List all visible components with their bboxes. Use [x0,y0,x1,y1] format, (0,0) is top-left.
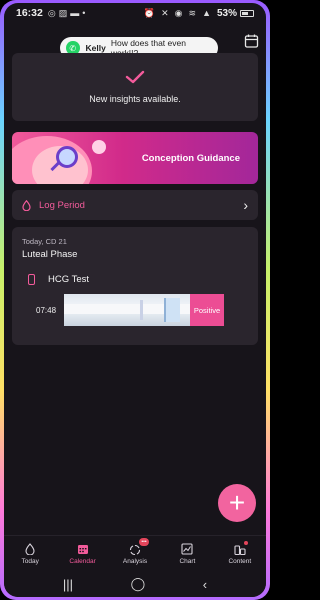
checkmark-icon [125,70,145,84]
test-name: HCG Test [48,274,90,285]
drop-icon [25,542,35,555]
calendar-edit-icon[interactable] [244,33,260,49]
notification-sender: Kelly [85,43,106,53]
phase-name: Luteal Phase [22,249,78,260]
bottom-navigation: Today Calendar ••• Analysis Chart Conten… [4,535,266,571]
gallery-status-icon: ▨ [58,7,68,18]
log-period-button[interactable]: Log Period › [12,190,258,220]
status-bar: 16:32 ◎ ▨ ▬ • ⏰ ✕ ◉ ≋ ▲ 53% [4,3,266,23]
signal-icon: ▲ [202,8,211,18]
conception-guidance-banner[interactable]: Conception Guidance [12,132,258,184]
drop-icon [22,199,31,211]
analysis-icon: ••• [129,537,150,555]
analysis-badge: ••• [139,537,150,546]
test-strip-image[interactable] [64,294,190,326]
message-status-icon: ▬ [70,8,80,18]
test-icon [28,274,35,285]
system-navigation-bar: ||| ◯ ‹ [4,571,266,597]
wifi-icon: ≋ [188,7,197,18]
battery-percent: 53% [216,7,237,19]
strip-window [164,298,180,322]
app-screen: 16:32 ◎ ▨ ▬ • ⏰ ✕ ◉ ≋ ▲ 53% ✆ Kelly How … [4,3,266,597]
alarm-icon: ⏰ [143,7,156,18]
mute-icon: ✕ [161,7,169,18]
recents-icon[interactable]: ||| [63,577,73,592]
nav-label: Content [228,557,252,565]
nav-label: Calendar [69,557,96,565]
whatsapp-status-icon: ◎ [47,7,56,18]
nav-chart[interactable]: Chart [161,536,213,571]
strip-line [140,300,143,320]
device-frame: 16:32 ◎ ▨ ▬ • ⏰ ✕ ◉ ≋ ▲ 53% ✆ Kelly How … [0,0,270,600]
location-icon: ◉ [174,7,183,18]
nav-today[interactable]: Today [4,536,56,571]
log-period-label: Log Period [39,199,85,211]
calendar-icon [77,544,88,554]
banner-decoration [92,140,106,154]
banner-title: Conception Guidance [141,153,240,164]
test-time: 07:48 [36,305,57,315]
magnifier-icon [56,146,78,168]
nav-analysis[interactable]: ••• Analysis [109,536,161,571]
home-icon[interactable]: ◯ [131,576,146,592]
nav-label: Analysis [122,557,148,565]
insights-text: New insights available. [89,94,181,104]
chevron-right-icon: › [243,197,248,213]
result-badge: Positive [190,294,224,326]
test-header: HCG Test [22,274,248,285]
status-right: ⏰ ✕ ◉ ≋ ▲ 53% [144,8,254,19]
content-icon [234,540,248,555]
chart-icon [181,542,193,555]
add-button[interactable]: + [218,484,256,522]
nav-label: Today [21,557,39,565]
nav-calendar[interactable]: Calendar [56,536,108,571]
battery-icon [240,9,254,17]
test-entry[interactable]: 07:48 Positive [22,294,248,326]
status-time: 16:32 [16,7,43,19]
cycle-date: Today, CD 21 [22,237,67,246]
back-icon[interactable]: ‹ [203,577,207,592]
insights-card[interactable]: New insights available. [12,53,258,121]
dot-status-icon: • [82,8,86,18]
content-dot-badge [243,540,248,545]
nav-content[interactable]: Content [214,536,266,571]
nav-label: Chart [179,557,196,565]
phase-card: Today, CD 21 Luteal Phase HCG Test 07:48… [12,227,258,345]
